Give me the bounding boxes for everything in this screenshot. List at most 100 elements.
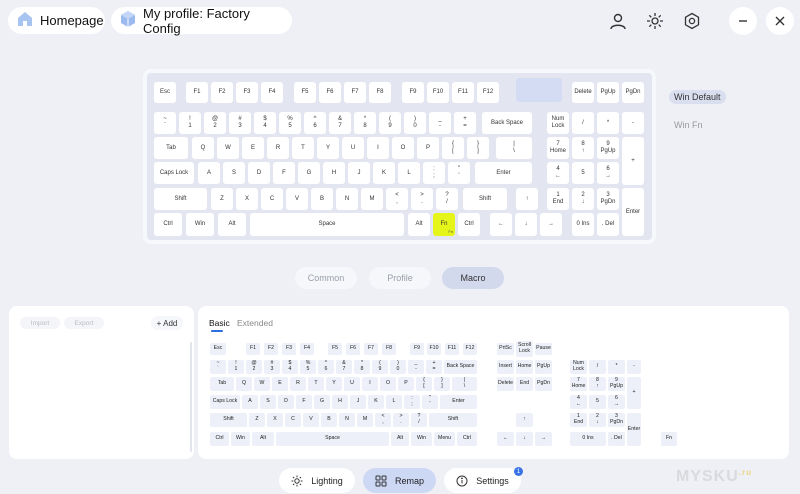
key-fn[interactable]: Fn — [661, 432, 677, 446]
key-l[interactable]: L — [398, 162, 420, 184]
key-:-;[interactable]: : ; — [404, 395, 420, 409]
key-→[interactable]: → — [540, 213, 562, 236]
settings-gear-icon[interactable] — [681, 10, 703, 32]
key-o[interactable]: O — [392, 137, 414, 159]
key-ctrl[interactable]: Ctrl — [458, 213, 480, 236]
key-shift[interactable]: Shift — [210, 413, 247, 427]
key-num-lock[interactable]: Num Lock — [570, 360, 587, 374]
key-<-,[interactable]: < , — [375, 413, 391, 427]
key-4-←[interactable]: 4 ← — [547, 162, 569, 184]
key-f11[interactable]: F11 — [445, 343, 459, 355]
minimize-button[interactable] — [729, 7, 757, 35]
key-f7[interactable]: F7 — [364, 343, 378, 355]
key-z[interactable]: Z — [211, 188, 233, 210]
key-num-lock[interactable]: Num Lock — [547, 112, 569, 134]
key-$-4[interactable]: $ 4 — [254, 112, 276, 134]
key-#-3[interactable]: # 3 — [229, 112, 251, 134]
key-+-=[interactable]: + = — [426, 360, 442, 374]
key-!-1[interactable]: ! 1 — [228, 360, 244, 374]
key-back-space[interactable]: Back Space — [482, 112, 532, 134]
key-*[interactable]: * — [597, 112, 619, 134]
key-e[interactable]: E — [272, 377, 288, 391]
key-enter[interactable]: Enter — [627, 413, 641, 446]
key-r[interactable]: R — [290, 377, 306, 391]
key-shift[interactable]: Shift — [463, 188, 507, 210]
key-caps-lock[interactable]: Caps Lock — [210, 395, 240, 409]
key-u[interactable]: U — [342, 137, 364, 159]
key-↑[interactable]: ↑ — [516, 413, 533, 427]
key-←[interactable]: ← — [497, 432, 514, 446]
key-j[interactable]: J — [348, 162, 370, 184]
key-n[interactable]: N — [339, 413, 355, 427]
key-alt[interactable]: Alt — [218, 213, 246, 236]
key-f1[interactable]: F1 — [186, 82, 208, 103]
key-pgdn[interactable]: PgDn — [535, 377, 552, 391]
key-h[interactable]: H — [323, 162, 345, 184]
key-~-`[interactable]: ~ ` — [154, 112, 176, 134]
key-0-ins[interactable]: 0 Ins — [570, 432, 606, 446]
key-f9[interactable]: F9 — [402, 82, 424, 103]
key-pause[interactable]: Pause — [535, 343, 552, 355]
scrollbar[interactable] — [190, 342, 192, 452]
key->-.[interactable]: > . — [411, 188, 433, 210]
key-@-2[interactable]: @ 2 — [246, 360, 262, 374]
key-delete[interactable]: Delete — [497, 377, 514, 391]
homepage-button[interactable]: Homepage — [8, 7, 105, 34]
key-6-→[interactable]: 6 → — [608, 395, 625, 409]
key-m[interactable]: M — [361, 188, 383, 210]
key-?-/[interactable]: ? / — [411, 413, 427, 427]
key-space[interactable]: Space — [250, 213, 404, 236]
key-8-↑[interactable]: 8 ↑ — [589, 377, 606, 391]
win-default-layer[interactable]: Win Default — [669, 90, 726, 104]
tab-basic[interactable]: Basic — [209, 318, 230, 328]
key-f10[interactable]: F10 — [427, 343, 441, 355]
key-|-\[interactable]: | \ — [452, 377, 477, 391]
profile-button[interactable]: My profile: Factory Config — [111, 6, 292, 36]
key-k[interactable]: K — [373, 162, 395, 184]
key-f[interactable]: F — [273, 162, 295, 184]
lighting-button[interactable]: Lighting — [279, 468, 355, 493]
key-*[interactable]: * — [608, 360, 625, 374]
key-&-7[interactable]: & 7 — [336, 360, 352, 374]
key-)-0[interactable]: ) 0 — [390, 360, 406, 374]
key-f11[interactable]: F11 — [452, 82, 474, 103]
key-/[interactable]: / — [572, 112, 594, 134]
key-%-5[interactable]: % 5 — [300, 360, 316, 374]
key-z[interactable]: Z — [249, 413, 265, 427]
key-esc[interactable]: Esc — [154, 82, 176, 103]
key-4-←[interactable]: 4 ← — [570, 395, 587, 409]
key-b[interactable]: B — [321, 413, 337, 427]
key-%-5[interactable]: % 5 — [279, 112, 301, 134]
key-w[interactable]: W — [254, 377, 270, 391]
key-f9[interactable]: F9 — [410, 343, 424, 355]
key-a[interactable]: A — [198, 162, 220, 184]
key-ctrl[interactable]: Ctrl — [457, 432, 477, 446]
key-f2[interactable]: F2 — [211, 82, 233, 103]
key-$-4[interactable]: $ 4 — [282, 360, 298, 374]
key-alt[interactable]: Alt — [408, 213, 430, 236]
key-f1[interactable]: F1 — [246, 343, 260, 355]
key-←[interactable]: ← — [490, 213, 512, 236]
key-space[interactable]: Space — [276, 432, 389, 446]
key-ctrl[interactable]: Ctrl — [154, 213, 182, 236]
key-f5[interactable]: F5 — [294, 82, 316, 103]
tab-extended[interactable]: Extended — [237, 318, 273, 328]
key-blank[interactable] — [516, 78, 562, 102]
key-3-pgdn[interactable]: 3 PgDn — [608, 413, 625, 427]
key-^-6[interactable]: ^ 6 — [318, 360, 334, 374]
key-e[interactable]: E — [242, 137, 264, 159]
key-7-home[interactable]: 7 Home — [547, 137, 569, 159]
key-w[interactable]: W — [217, 137, 239, 159]
tab-profile[interactable]: Profile — [369, 267, 431, 289]
user-icon[interactable] — [607, 10, 629, 32]
key-h[interactable]: H — [332, 395, 348, 409]
key-!-1[interactable]: ! 1 — [179, 112, 201, 134]
key-.-del[interactable]: . Del — [608, 432, 625, 446]
key-f2[interactable]: F2 — [264, 343, 278, 355]
key-7-home[interactable]: 7 Home — [570, 377, 587, 391]
key-delete[interactable]: Delete — [572, 82, 594, 103]
key-win[interactable]: Win — [231, 432, 250, 446]
key-f5[interactable]: F5 — [328, 343, 342, 355]
key-i[interactable]: I — [367, 137, 389, 159]
key-i[interactable]: I — [362, 377, 378, 391]
